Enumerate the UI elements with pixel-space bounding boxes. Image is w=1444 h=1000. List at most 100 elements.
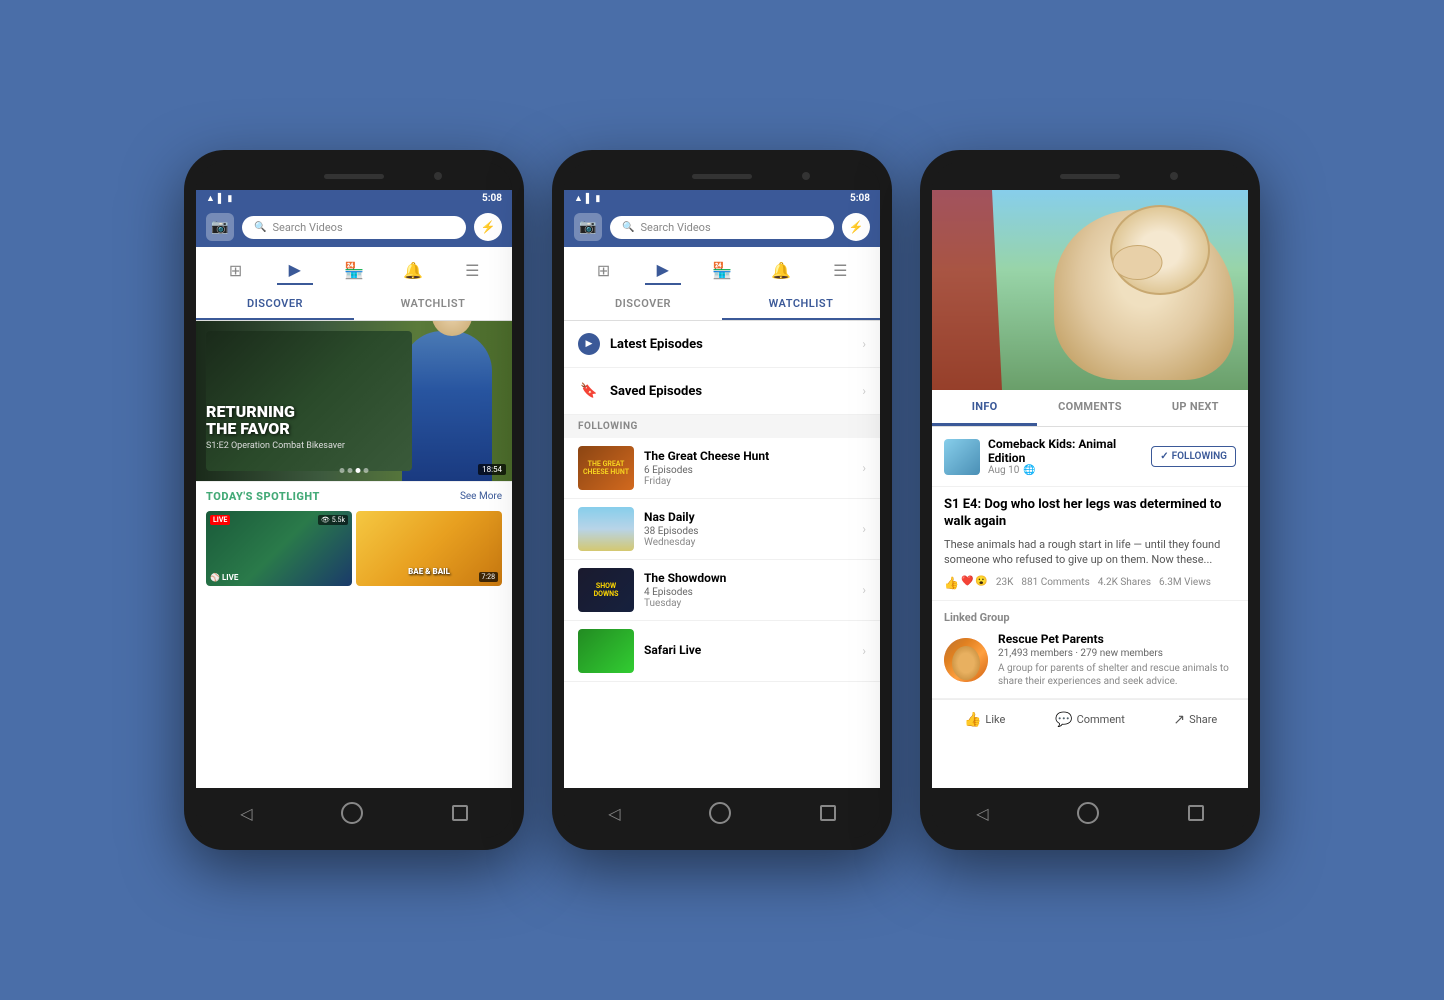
hero-text: RETURNINGTHE FAVOR S1:E2 Operation Comba… (206, 403, 345, 451)
messenger-icon-2[interactable]: ⚡ (842, 213, 870, 241)
phone-2-camera (802, 172, 810, 180)
show-episodes-nas: 38 Episodes (644, 526, 862, 537)
views-count: 6.3M Views (1159, 577, 1211, 588)
show-name-safari: Safari Live (644, 643, 862, 657)
search-icon-1: 🔍 (254, 222, 266, 233)
show-name-showdown: The Showdown (644, 571, 862, 585)
phones-container: ▲ ▌ ▮ 5:08 📷 🔍 Search Videos ⚡ ⊞ ▶ 🏪 🔔 (184, 150, 1260, 850)
linked-group-header: Linked Group (944, 611, 1236, 624)
search-input-1[interactable]: 🔍 Search Videos (242, 216, 466, 239)
group-info: Rescue Pet Parents 21,493 members · 279 … (998, 632, 1236, 688)
tab-watchlist-2[interactable]: WATCHLIST (722, 289, 880, 320)
video-ep-title: S1 E4: Dog who lost her legs was determi… (944, 497, 1236, 531)
search-placeholder-2: Search Videos (640, 221, 710, 234)
comment-btn[interactable]: 💬 Comment (1037, 708, 1142, 732)
nav-news-icon-2[interactable]: ⊞ (586, 255, 622, 285)
watchlist-section: ▶ Latest Episodes › 🔖 Saved Episodes › F… (564, 321, 880, 788)
phone-2: ▲ ▌ ▮ 5:08 📷 🔍 Search Videos ⚡ ⊞ ▶ 🏪 🔔 (552, 150, 892, 850)
play-circle-icon: ▶ (578, 333, 600, 355)
hero-video-bg (196, 321, 512, 481)
back-btn-3[interactable]: ◁ (976, 804, 988, 823)
back-btn-1[interactable]: ◁ (240, 804, 252, 823)
linked-group-card[interactable]: Rescue Pet Parents 21,493 members · 279 … (944, 632, 1236, 688)
camera-icon-2[interactable]: 📷 (574, 213, 602, 241)
show-item-nas[interactable]: Nas Daily 38 Episodes Wednesday › (564, 499, 880, 560)
following-btn[interactable]: ✓ FOLLOWING (1151, 446, 1236, 467)
comments-count: 881 Comments (1021, 577, 1089, 588)
dog-image (932, 190, 1248, 390)
hero-video-1[interactable]: RETURNINGTHE FAVOR S1:E2 Operation Comba… (196, 321, 512, 481)
tab-watchlist-1[interactable]: WATCHLIST (354, 289, 512, 320)
signal-icon: ▌ (218, 193, 224, 204)
phone-2-bottom: ◁ (564, 788, 880, 838)
nav-store-icon-2[interactable]: 🏪 (704, 255, 740, 285)
nav-video-icon[interactable]: ▶ (277, 255, 313, 285)
nav-store-icon[interactable]: 🏪 (336, 255, 372, 285)
status-time-2: 5:08 (850, 193, 870, 204)
showdown-chevron-icon: › (862, 583, 866, 597)
group-name: Rescue Pet Parents (998, 632, 1236, 646)
show-thumb-showdown: SHOWDOWNS (578, 568, 634, 612)
source-avatar (944, 439, 980, 475)
show-episodes-cheese: 6 Episodes (644, 465, 862, 476)
back-btn-2[interactable]: ◁ (608, 804, 620, 823)
video-thumb-live[interactable]: LIVE 👁 5.5k ⚾ LIVE (206, 511, 352, 586)
phone-3-speaker (1060, 174, 1120, 179)
phone-1: ▲ ▌ ▮ 5:08 📷 🔍 Search Videos ⚡ ⊞ ▶ 🏪 🔔 (184, 150, 524, 850)
latest-episodes-item[interactable]: ▶ Latest Episodes › (564, 321, 880, 368)
spotlight-header: TODAY'S SPOTLIGHT See More (206, 490, 502, 503)
home-btn-3[interactable] (1077, 802, 1099, 824)
nav-bell-icon-2[interactable]: 🔔 (763, 255, 799, 285)
show-item-showdown[interactable]: SHOWDOWNS The Showdown 4 Episodes Tuesda… (564, 560, 880, 621)
tabs-2: DISCOVER WATCHLIST (564, 289, 880, 321)
safari-thumb (578, 629, 634, 673)
like-icon: 👍 (964, 712, 981, 728)
wifi-icon: ▲ (206, 193, 215, 204)
tab-upnext[interactable]: UP NEXT (1143, 390, 1248, 426)
like-reaction-icon: 👍 (944, 576, 959, 590)
nav-menu-icon-2[interactable]: ☰ (822, 255, 858, 285)
recents-btn-1[interactable] (452, 805, 468, 821)
see-more-btn[interactable]: See More (460, 491, 502, 502)
show-thumb-cheese: THE GREAT CHEESE HUNT (578, 446, 634, 490)
status-time-1: 5:08 (482, 193, 502, 204)
show-info-cheese: The Great Cheese Hunt 6 Episodes Friday (644, 449, 862, 487)
like-btn[interactable]: 👍 Like (932, 708, 1037, 732)
video-grid: LIVE 👁 5.5k ⚾ LIVE BAE & BAIL 7:28 (206, 511, 502, 586)
phone-3-top (932, 162, 1248, 190)
nav-menu-icon[interactable]: ☰ (454, 255, 490, 285)
nav-bell-icon[interactable]: 🔔 (395, 255, 431, 285)
show-name-cheese: The Great Cheese Hunt (644, 449, 862, 463)
show-info-nas: Nas Daily 38 Episodes Wednesday (644, 510, 862, 548)
saved-episodes-item[interactable]: 🔖 Saved Episodes › (564, 368, 880, 415)
tab-discover-2[interactable]: DISCOVER (564, 289, 722, 320)
share-btn[interactable]: ↗ Share (1143, 708, 1248, 732)
view-count: 👁 5.5k (318, 515, 348, 525)
like-label: Like (985, 713, 1005, 726)
tab-info[interactable]: INFO (932, 390, 1037, 426)
show-item-safari[interactable]: Safari Live › (564, 621, 880, 682)
nav-news-icon[interactable]: ⊞ (218, 255, 254, 285)
messenger-icon-1[interactable]: ⚡ (474, 213, 502, 241)
phone-2-content: ▲ ▌ ▮ 5:08 📷 🔍 Search Videos ⚡ ⊞ ▶ 🏪 🔔 (564, 190, 880, 788)
show-item-cheese[interactable]: THE GREAT CHEESE HUNT The Great Cheese H… (564, 438, 880, 499)
camera-icon-1[interactable]: 📷 (206, 213, 234, 241)
bae-duration: 7:28 (479, 572, 499, 582)
search-icon-2: 🔍 (622, 222, 634, 233)
phone-2-speaker (692, 174, 752, 179)
search-input-2[interactable]: 🔍 Search Videos (610, 216, 834, 239)
tab-comments[interactable]: COMMENTS (1037, 390, 1142, 426)
show-name-nas: Nas Daily (644, 510, 862, 524)
wifi-icon-2: ▲ (574, 193, 583, 204)
tab-discover-1[interactable]: DISCOVER (196, 289, 354, 320)
home-btn-1[interactable] (341, 802, 363, 824)
hero-duration: 18:54 (478, 464, 506, 475)
recents-btn-2[interactable] (820, 805, 836, 821)
phone-3-content: INFO COMMENTS UP NEXT Comeback Kids: Ani… (932, 190, 1248, 788)
recents-btn-3[interactable] (1188, 805, 1204, 821)
phone-3-bottom: ◁ (932, 788, 1248, 838)
live-badge: LIVE (210, 515, 230, 525)
video-thumb-bae[interactable]: BAE & BAIL 7:28 (356, 511, 502, 586)
nav-video-icon-2[interactable]: ▶ (645, 255, 681, 285)
home-btn-2[interactable] (709, 802, 731, 824)
